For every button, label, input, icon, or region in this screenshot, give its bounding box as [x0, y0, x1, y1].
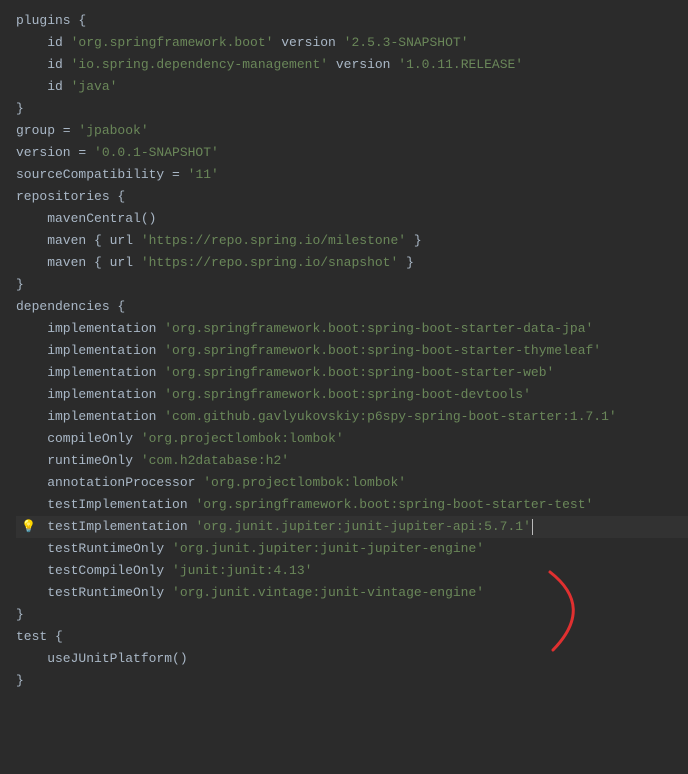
text: maven { url: [16, 233, 141, 248]
string: 'org.springframework.boot:spring-boot-de…: [164, 387, 531, 402]
text: mavenCentral(): [16, 211, 156, 226]
code-line[interactable]: testImplementation 'org.springframework.…: [16, 494, 688, 516]
text: annotationProcessor: [16, 475, 203, 490]
code-line[interactable]: id 'java': [16, 76, 688, 98]
text: testImplementation: [16, 497, 195, 512]
text: useJUnitPlatform(): [16, 651, 188, 666]
string: 'https://repo.spring.io/snapshot': [141, 255, 398, 270]
annotation-red-curve: [545, 562, 605, 662]
text: testCompileOnly: [16, 563, 172, 578]
text: runtimeOnly: [16, 453, 141, 468]
code-line[interactable]: implementation 'com.github.gavlyukovskiy…: [16, 406, 688, 428]
text: plugins {: [16, 13, 86, 28]
code-line[interactable]: mavenCentral(): [16, 208, 688, 230]
text: compileOnly: [16, 431, 141, 446]
text: dependencies {: [16, 299, 125, 314]
text: implementation: [16, 409, 164, 424]
text: }: [398, 255, 414, 270]
text: }: [16, 673, 24, 688]
code-line[interactable]: implementation 'org.springframework.boot…: [16, 362, 688, 384]
string: 'org.projectlombok:lombok': [203, 475, 406, 490]
code-line-current[interactable]: 💡 testImplementation 'org.junit.jupiter:…: [16, 516, 688, 538]
text: version =: [16, 145, 94, 160]
text: testImplementation: [16, 519, 195, 534]
string: 'org.projectlombok:lombok': [141, 431, 344, 446]
text: testRuntimeOnly: [16, 541, 172, 556]
code-line[interactable]: dependencies {: [16, 296, 688, 318]
code-line[interactable]: group = 'jpabook': [16, 120, 688, 142]
text: }: [16, 607, 24, 622]
code-line[interactable]: maven { url 'https://repo.spring.io/snap…: [16, 252, 688, 274]
string: 'org.junit.jupiter:junit-jupiter-api:5.7…: [195, 519, 530, 534]
string: 'https://repo.spring.io/milestone': [141, 233, 406, 248]
string: '11': [188, 167, 219, 182]
text: implementation: [16, 321, 164, 336]
text: group =: [16, 123, 78, 138]
string: '1.0.11.RELEASE': [398, 57, 523, 72]
text: sourceCompatibility =: [16, 167, 188, 182]
text: testRuntimeOnly: [16, 585, 172, 600]
string: 'org.springframework.boot:spring-boot-st…: [195, 497, 593, 512]
text: implementation: [16, 343, 164, 358]
text: id: [16, 79, 71, 94]
text: id: [16, 35, 71, 50]
code-line[interactable]: repositories {: [16, 186, 688, 208]
text: implementation: [16, 365, 164, 380]
string: 'org.junit.jupiter:junit-jupiter-engine': [172, 541, 484, 556]
code-line[interactable]: }: [16, 274, 688, 296]
code-line[interactable]: annotationProcessor 'org.projectlombok:l…: [16, 472, 688, 494]
string: 'org.springframework.boot': [71, 35, 274, 50]
code-line[interactable]: implementation 'org.springframework.boot…: [16, 340, 688, 362]
string: '0.0.1-SNAPSHOT': [94, 145, 219, 160]
code-line[interactable]: plugins {: [16, 10, 688, 32]
text: version: [273, 35, 343, 50]
intention-bulb-icon[interactable]: 💡: [21, 516, 31, 526]
code-line[interactable]: id 'org.springframework.boot' version '2…: [16, 32, 688, 54]
text: }: [406, 233, 422, 248]
string: '2.5.3-SNAPSHOT': [344, 35, 469, 50]
code-line[interactable]: }: [16, 98, 688, 120]
text: id: [16, 57, 71, 72]
code-line[interactable]: }: [16, 670, 688, 692]
string: 'junit:junit:4.13': [172, 563, 312, 578]
string: 'org.junit.vintage:junit-vintage-engine': [172, 585, 484, 600]
code-line[interactable]: maven { url 'https://repo.spring.io/mile…: [16, 230, 688, 252]
string: 'com.github.gavlyukovskiy:p6spy-spring-b…: [164, 409, 616, 424]
code-line[interactable]: runtimeOnly 'com.h2database:h2': [16, 450, 688, 472]
code-line[interactable]: testRuntimeOnly 'org.junit.jupiter:junit…: [16, 538, 688, 560]
text: }: [16, 101, 24, 116]
text: implementation: [16, 387, 164, 402]
text: }: [16, 277, 24, 292]
text: version: [328, 57, 398, 72]
string: 'java': [71, 79, 118, 94]
code-line[interactable]: sourceCompatibility = '11': [16, 164, 688, 186]
string: 'jpabook': [78, 123, 148, 138]
code-line[interactable]: implementation 'org.springframework.boot…: [16, 318, 688, 340]
text: maven { url: [16, 255, 141, 270]
code-line[interactable]: id 'io.spring.dependency-management' ver…: [16, 54, 688, 76]
string: 'org.springframework.boot:spring-boot-st…: [164, 343, 601, 358]
string: 'org.springframework.boot:spring-boot-st…: [164, 321, 593, 336]
text-cursor: [532, 519, 533, 535]
code-line[interactable]: implementation 'org.springframework.boot…: [16, 384, 688, 406]
code-line[interactable]: version = '0.0.1-SNAPSHOT': [16, 142, 688, 164]
string: 'com.h2database:h2': [141, 453, 289, 468]
text: test {: [16, 629, 63, 644]
string: 'org.springframework.boot:spring-boot-st…: [164, 365, 554, 380]
string: 'io.spring.dependency-management': [71, 57, 328, 72]
text: repositories {: [16, 189, 125, 204]
code-line[interactable]: compileOnly 'org.projectlombok:lombok': [16, 428, 688, 450]
